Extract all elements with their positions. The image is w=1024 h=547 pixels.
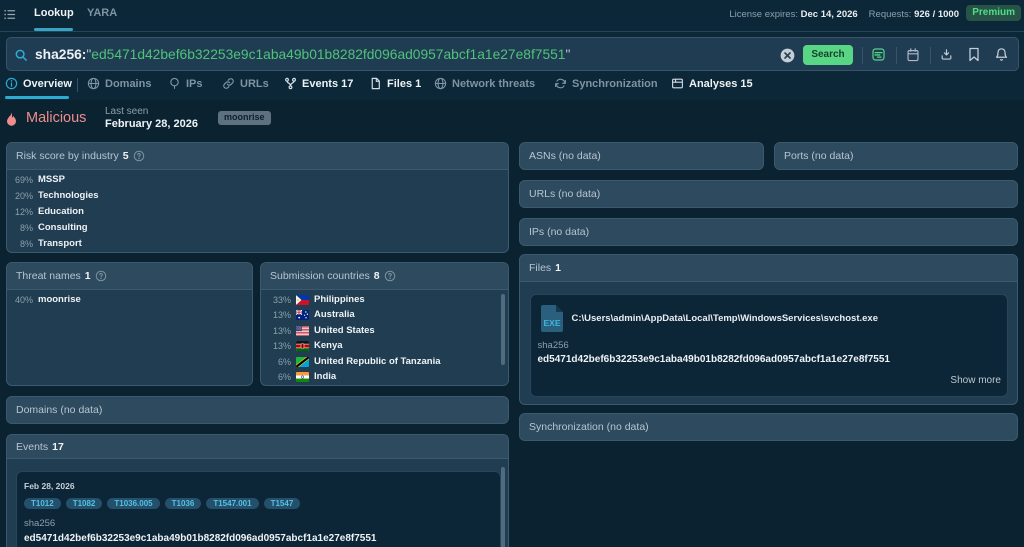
- svg-text:EXE: EXE: [543, 318, 560, 328]
